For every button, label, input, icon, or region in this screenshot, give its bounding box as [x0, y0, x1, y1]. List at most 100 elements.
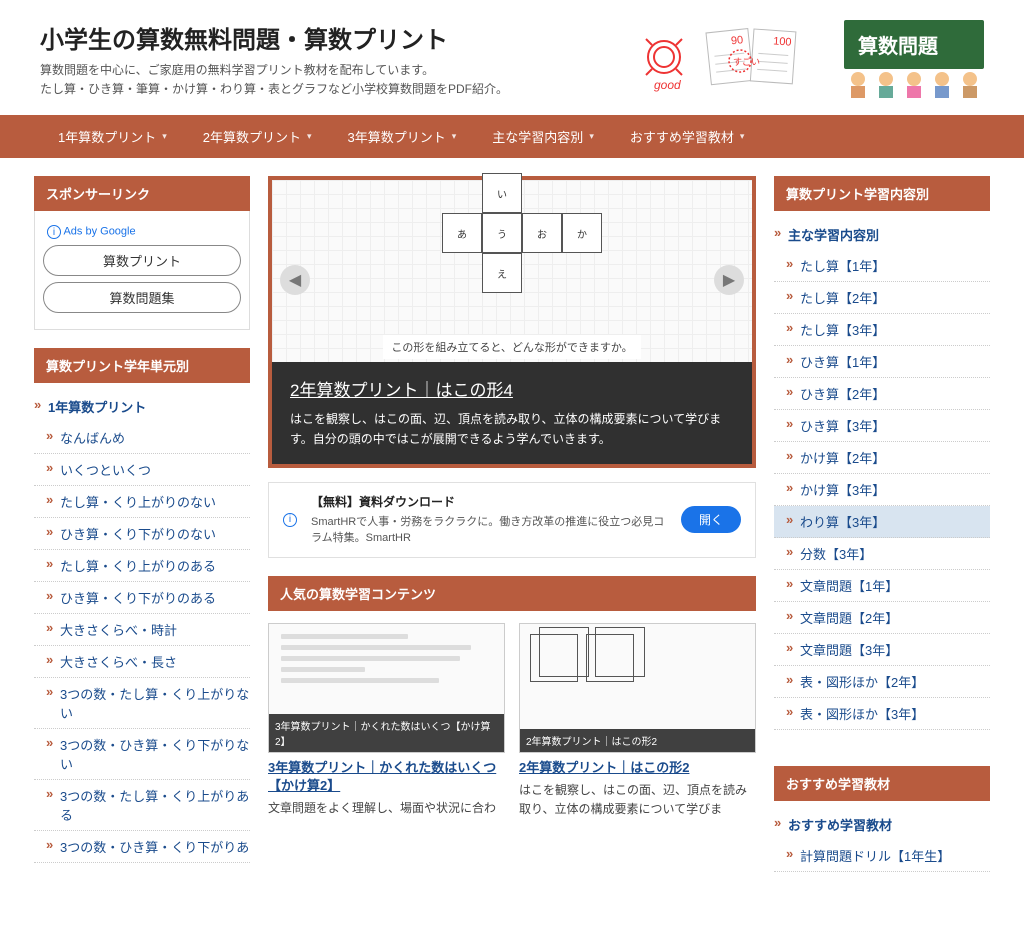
unit-link[interactable]: いくつといくつ	[34, 454, 250, 486]
thumb-placeholder	[269, 624, 504, 699]
nav-label: おすすめ学習教材	[630, 127, 734, 146]
category-link[interactable]: ひき算【2年】	[774, 378, 990, 410]
recommend-top-link[interactable]: おすすめ学習教材	[774, 809, 990, 840]
sidebar-left: スポンサーリンク i Ads by Google 算数プリント算数問題集 算数プ…	[34, 176, 250, 899]
nav-label: 3年算数プリント	[348, 127, 446, 146]
header-left: 小学生の算数無料問題・算数プリント 算数問題を中心に、ご家庭用の無料学習プリント…	[40, 20, 508, 99]
popular-desc: 文章問題をよく理解し、場面や状況に合わ	[268, 799, 505, 818]
svg-text:すごい: すごい	[733, 56, 760, 67]
info-icon: i	[47, 225, 61, 239]
units-top-link[interactable]: 1年算数プリント	[34, 391, 250, 422]
unit-link[interactable]: たし算・くり上がりのある	[34, 550, 250, 582]
category-link[interactable]: ひき算【3年】	[774, 410, 990, 442]
inline-ad-open-button[interactable]: 開く	[681, 506, 741, 533]
slider-next-button[interactable]: ▶	[714, 265, 744, 295]
popular-title-link[interactable]: 3年算数プリント｜かくれた数はいくつ【かけ算2】	[268, 759, 505, 795]
net-cell: い	[482, 173, 522, 213]
ad-pill-0[interactable]: 算数プリント	[43, 245, 241, 276]
category-link[interactable]: 文章問題【3年】	[774, 634, 990, 666]
nav-item-0[interactable]: 1年算数プリント ▾	[40, 115, 185, 158]
cube-net: い あ う お か え	[402, 183, 622, 283]
category-link[interactable]: 表・図形ほか【3年】	[774, 698, 990, 730]
category-link[interactable]: ひき算【1年】	[774, 346, 990, 378]
category-link[interactable]: 分数【3年】	[774, 538, 990, 570]
site-header: 小学生の算数無料問題・算数プリント 算数問題を中心に、ご家庭用の無料学習プリント…	[0, 0, 1024, 115]
sponsor-panel: i Ads by Google 算数プリント算数問題集	[34, 211, 250, 330]
category-link[interactable]: たし算【2年】	[774, 282, 990, 314]
popular-thumb[interactable]: 3年算数プリント｜かくれた数はいくつ【かけ算2】	[268, 623, 505, 753]
unit-link[interactable]: たし算・くり上がりのない	[34, 486, 250, 518]
category-link[interactable]: かけ算【2年】	[774, 442, 990, 474]
site-desc-2: たし算・ひき算・筆算・かけ算・わり算・表とグラフなど小学校算数問題をPDF紹介。	[40, 80, 508, 99]
header-right: good 90 100 すごい 算数問題	[636, 20, 984, 103]
slider-desc: はこを観察し、はこの面、辺、頂点を読み取り、立体の構成要素について学びます。自分…	[290, 409, 734, 450]
slider-image[interactable]: い あ う お か え この形を組み立てると、どんな形ができますか。	[272, 180, 752, 362]
popular-thumb-caption: 2年算数プリント｜はこの形2	[520, 729, 755, 752]
svg-text:90: 90	[730, 34, 743, 47]
main-nav: 1年算数プリント▾2年算数プリント▾3年算数プリント▾主な学習内容別▾おすすめ学…	[0, 115, 1024, 158]
net-cell: か	[562, 213, 602, 253]
chevron-down-icon: ▾	[740, 131, 745, 142]
unit-link[interactable]: 大きさくらべ・長さ	[34, 646, 250, 678]
unit-link[interactable]: 3つの数・たし算・くり上がりない	[34, 678, 250, 729]
nav-item-3[interactable]: 主な学習内容別 ▾	[474, 115, 612, 158]
category-heading: 算数プリント学習内容別	[774, 176, 990, 211]
featured-slider: い あ う お か え この形を組み立てると、どんな形ができますか。 ◀ ▶ 2…	[268, 176, 756, 468]
category-link[interactable]: 文章問題【1年】	[774, 570, 990, 602]
header-doodle: good 90 100 すごい	[636, 27, 836, 97]
net-cell: お	[522, 213, 562, 253]
popular-card: 3年算数プリント｜かくれた数はいくつ【かけ算2】 3年算数プリント｜かくれた数はい…	[268, 623, 505, 820]
slider-title-link[interactable]: 2年算数プリント｜はこの形4	[290, 376, 513, 401]
unit-link[interactable]: 大きさくらべ・時計	[34, 614, 250, 646]
unit-link[interactable]: 3つの数・ひき算・くり下がりない	[34, 729, 250, 780]
popular-desc: はこを観察し、はこの面、辺、頂点を読み取り、立体の構成要素について学びま	[519, 781, 756, 819]
ads-by-google-label[interactable]: i Ads by Google	[43, 221, 241, 245]
unit-link[interactable]: なんばんめ	[34, 422, 250, 454]
recommend-link[interactable]: 計算問題ドリル【1年生】	[774, 840, 990, 872]
unit-link[interactable]: ひき算・くり下がりのある	[34, 582, 250, 614]
nav-item-4[interactable]: おすすめ学習教材 ▾	[612, 115, 763, 158]
units-panel: 1年算数プリント なんばんめいくつといくつたし算・くり上がりのないひき算・くり下…	[34, 383, 250, 881]
category-link[interactable]: わり算【3年】	[774, 506, 990, 538]
popular-heading: 人気の算数学習コンテンツ	[268, 576, 756, 611]
thumb-placeholder	[520, 624, 755, 692]
ad-info-icon: i	[283, 513, 297, 527]
ad-pill-1[interactable]: 算数問題集	[43, 282, 241, 313]
recommend-panel: おすすめ学習教材 計算問題ドリル【1年生】	[774, 801, 990, 890]
header-illustration: 算数問題	[844, 20, 984, 103]
units-heading: 算数プリント学年単元別	[34, 348, 250, 383]
inline-ad[interactable]: i 【無料】資料ダウンロード SmartHRで人事・労務をラクラクに。働き方改革…	[268, 482, 756, 558]
main-column: い あ う お か え この形を組み立てると、どんな形ができますか。 ◀ ▶ 2…	[268, 176, 756, 819]
popular-thumb-caption: 3年算数プリント｜かくれた数はいくつ【かけ算2】	[269, 714, 504, 752]
nav-label: 主な学習内容別	[492, 127, 583, 146]
nav-item-2[interactable]: 3年算数プリント ▾	[330, 115, 475, 158]
svg-text:100: 100	[773, 35, 792, 48]
slider-question: この形を組み立てると、どんな形ができますか。	[383, 335, 640, 359]
unit-link[interactable]: 3つの数・たし算・くり上がりある	[34, 780, 250, 831]
category-link[interactable]: かけ算【3年】	[774, 474, 990, 506]
sponsor-heading: スポンサーリンク	[34, 176, 250, 211]
nav-label: 1年算数プリント	[58, 127, 156, 146]
chevron-down-icon: ▾	[162, 131, 167, 142]
category-link[interactable]: たし算【3年】	[774, 314, 990, 346]
chevron-down-icon: ▾	[452, 131, 457, 142]
popular-thumb[interactable]: 2年算数プリント｜はこの形2	[519, 623, 756, 753]
category-link[interactable]: 文章問題【2年】	[774, 602, 990, 634]
nav-item-1[interactable]: 2年算数プリント▾	[185, 115, 330, 158]
category-link[interactable]: 表・図形ほか【2年】	[774, 666, 990, 698]
popular-grid: 3年算数プリント｜かくれた数はいくつ【かけ算2】 3年算数プリント｜かくれた数はい…	[268, 623, 756, 820]
slider-prev-button[interactable]: ◀	[280, 265, 310, 295]
unit-link[interactable]: 3つの数・ひき算・くり下がりあ	[34, 831, 250, 863]
slider-caption: 2年算数プリント｜はこの形4 はこを観察し、はこの面、辺、頂点を読み取り、立体の…	[272, 362, 752, 464]
sidebar-right: 算数プリント学習内容別 主な学習内容別 たし算【1年】たし算【2年】たし算【3年…	[774, 176, 990, 908]
chevron-down-icon: ▾	[589, 131, 594, 142]
chevron-down-icon: ▾	[307, 131, 312, 142]
site-desc-1: 算数問題を中心に、ご家庭用の無料学習プリント教材を配布しています。	[40, 61, 508, 80]
category-link[interactable]: たし算【1年】	[774, 250, 990, 282]
unit-link[interactable]: ひき算・くり下がりのない	[34, 518, 250, 550]
category-top-link[interactable]: 主な学習内容別	[774, 219, 990, 250]
recommend-heading: おすすめ学習教材	[774, 766, 990, 801]
net-cell: え	[482, 253, 522, 293]
site-title[interactable]: 小学生の算数無料問題・算数プリント	[40, 20, 508, 55]
net-cell: う	[482, 213, 522, 253]
